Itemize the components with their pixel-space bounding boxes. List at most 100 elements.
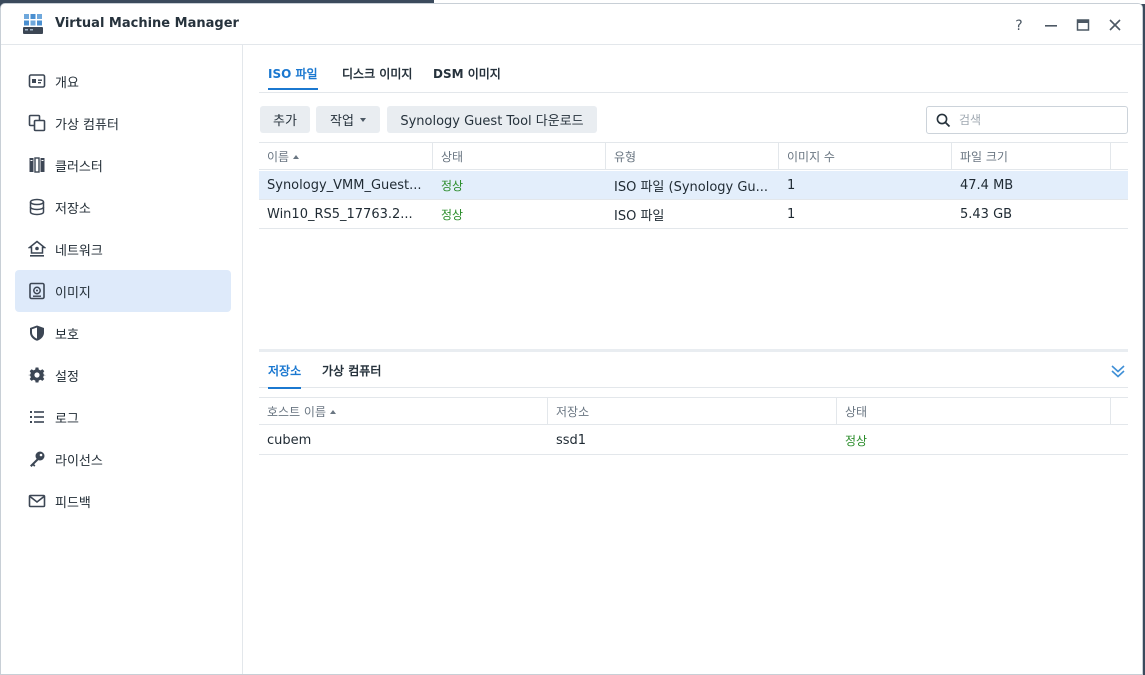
- maximize-icon[interactable]: [1072, 14, 1094, 36]
- sidebar-item-protection[interactable]: 보호: [15, 312, 231, 354]
- column-header-name[interactable]: 이름: [259, 143, 433, 170]
- row-count-cell: 1: [779, 171, 952, 199]
- tab-virtual-machine[interactable]: 가상 컴퓨터: [322, 362, 381, 379]
- iso-name: Synology_VMM_Guest...: [267, 177, 422, 193]
- minimize-icon[interactable]: [1040, 14, 1062, 36]
- sidebar-item-license[interactable]: 라이선스: [15, 438, 231, 480]
- row-status-cell: 정상: [433, 171, 606, 199]
- virtual-machine-icon: [28, 114, 46, 132]
- host-table-header: 호스트 이름 저장소 상태: [259, 397, 1128, 425]
- column-header-status[interactable]: 상태: [433, 143, 606, 170]
- panel-splitter[interactable]: [259, 349, 1128, 352]
- image-count: 1: [787, 177, 796, 193]
- double-chevron-down-icon[interactable]: [1110, 363, 1126, 379]
- sidebar-item-overview[interactable]: 개요: [15, 60, 231, 102]
- host-storage-table: 호스트 이름 저장소 상태 cubem ssd1 정상: [259, 397, 1128, 517]
- column-header-status[interactable]: 상태: [837, 398, 1111, 425]
- host-name: cubem: [267, 432, 312, 448]
- gear-icon: [28, 367, 46, 383]
- network-icon: [28, 240, 46, 257]
- overview-icon: [28, 74, 46, 88]
- storage-name: ssd1: [556, 432, 587, 448]
- sidebar-item-image[interactable]: 이미지: [15, 270, 231, 312]
- iso-type: ISO 파일 (Synology Gu...: [614, 179, 769, 195]
- image-tabs: ISO 파일 디스크 이미지 DSM 이미지: [259, 45, 1128, 93]
- sidebar-item-label: 피드백: [55, 495, 91, 511]
- column-header-label: 유형: [614, 150, 637, 164]
- main-panel: ISO 파일 디스크 이미지 DSM 이미지 추가 작업 Synology Gu…: [244, 45, 1142, 674]
- shield-icon: [30, 325, 44, 341]
- row-status-cell: 정상: [837, 426, 1128, 454]
- tab-disk-image[interactable]: 디스크 이미지: [342, 65, 412, 82]
- sidebar-item-settings[interactable]: 설정: [15, 354, 231, 396]
- row-name-cell: Synology_VMM_Guest...: [259, 171, 433, 199]
- search-icon: [936, 113, 951, 128]
- sidebar-item-cluster[interactable]: 클러스터: [15, 144, 231, 186]
- file-size: 47.4 MB: [960, 177, 1014, 193]
- column-header-label: 호스트 이름: [267, 405, 327, 419]
- file-size: 5.43 GB: [960, 206, 1013, 222]
- table-row[interactable]: Synology_VMM_Guest... 정상 ISO 파일 (Synolog…: [259, 171, 1128, 200]
- action-button-label: 작업: [330, 114, 354, 129]
- mail-icon: [28, 494, 46, 508]
- iso-file-table: 이름 상태 유형 이미지 수 파일 크기 Synology_VMM_Guest.…: [259, 142, 1128, 342]
- action-dropdown-button[interactable]: 작업: [316, 106, 380, 133]
- close-icon[interactable]: [1104, 14, 1126, 36]
- vmm-app-icon: [23, 14, 43, 34]
- iso-name: Win10_RS5_17763.2...: [267, 206, 413, 222]
- storage-icon: [29, 198, 45, 216]
- row-name-cell: Win10_RS5_17763.2...: [259, 200, 433, 228]
- column-header-label: 이미지 수: [787, 150, 835, 164]
- image-count: 1: [787, 206, 796, 222]
- vmm-window: Virtual Machine Manager ? 개요 가상 컴퓨터 클러스터: [0, 3, 1143, 675]
- sidebar-item-label: 저장소: [55, 201, 91, 217]
- tab-storage[interactable]: 저장소: [268, 362, 302, 389]
- sidebar-item-label: 개요: [55, 75, 79, 91]
- iso-table-header: 이름 상태 유형 이미지 수 파일 크기: [259, 142, 1128, 170]
- sort-ascending-icon: [293, 154, 300, 159]
- row-host-cell: cubem: [259, 426, 548, 454]
- download-guest-tool-button[interactable]: Synology Guest Tool 다운로드: [387, 106, 597, 133]
- sidebar-item-label: 가상 컴퓨터: [55, 117, 119, 133]
- row-storage-cell: ssd1: [548, 426, 837, 454]
- cluster-icon: [29, 157, 45, 173]
- column-header-label: 파일 크기: [960, 150, 1008, 164]
- tab-iso-file[interactable]: ISO 파일: [268, 65, 318, 90]
- search-input[interactable]: [959, 110, 1119, 130]
- svg-text:?: ?: [1015, 18, 1022, 32]
- column-header-type[interactable]: 유형: [606, 143, 779, 170]
- sidebar-item-label: 클러스터: [55, 159, 103, 175]
- detail-tabs: 저장소 가상 컴퓨터: [259, 353, 1128, 389]
- status-badge: 정상: [441, 178, 464, 193]
- column-header-image-count[interactable]: 이미지 수: [779, 143, 952, 170]
- table-row[interactable]: Win10_RS5_17763.2... 정상 ISO 파일 1 5.43 GB: [259, 200, 1128, 229]
- add-button[interactable]: 추가: [260, 106, 310, 133]
- sidebar-item-label: 이미지: [55, 285, 91, 301]
- sidebar-item-feedback[interactable]: 피드백: [15, 480, 231, 522]
- sidebar-item-label: 설정: [55, 369, 79, 385]
- log-list-icon: [30, 411, 44, 423]
- column-header-label: 상태: [845, 405, 868, 419]
- search-box: [926, 106, 1128, 134]
- sidebar-item-network[interactable]: 네트워크: [15, 228, 231, 270]
- sidebar-item-label: 보호: [55, 327, 79, 343]
- column-header-file-size[interactable]: 파일 크기: [952, 143, 1111, 170]
- column-header-label: 저장소: [556, 405, 590, 419]
- sidebar-item-log[interactable]: 로그: [15, 396, 231, 438]
- sidebar-item-label: 라이선스: [55, 453, 103, 469]
- sidebar-item-storage[interactable]: 저장소: [15, 186, 231, 228]
- sidebar-item-virtual-machine[interactable]: 가상 컴퓨터: [15, 102, 231, 144]
- column-header-storage[interactable]: 저장소: [548, 398, 837, 425]
- tab-dsm-image[interactable]: DSM 이미지: [433, 65, 501, 82]
- column-header-label: 상태: [441, 150, 464, 164]
- column-header-host-name[interactable]: 호스트 이름: [259, 398, 548, 425]
- help-icon[interactable]: ?: [1008, 14, 1030, 36]
- row-size-cell: 5.43 GB: [952, 200, 1128, 228]
- row-status-cell: 정상: [433, 200, 606, 228]
- image-icon: [29, 282, 45, 300]
- window-title: Virtual Machine Manager: [55, 16, 239, 31]
- iso-type: ISO 파일: [614, 208, 665, 224]
- sort-ascending-icon: [330, 409, 337, 414]
- chevron-down-icon: [359, 117, 366, 122]
- table-row[interactable]: cubem ssd1 정상: [259, 426, 1128, 455]
